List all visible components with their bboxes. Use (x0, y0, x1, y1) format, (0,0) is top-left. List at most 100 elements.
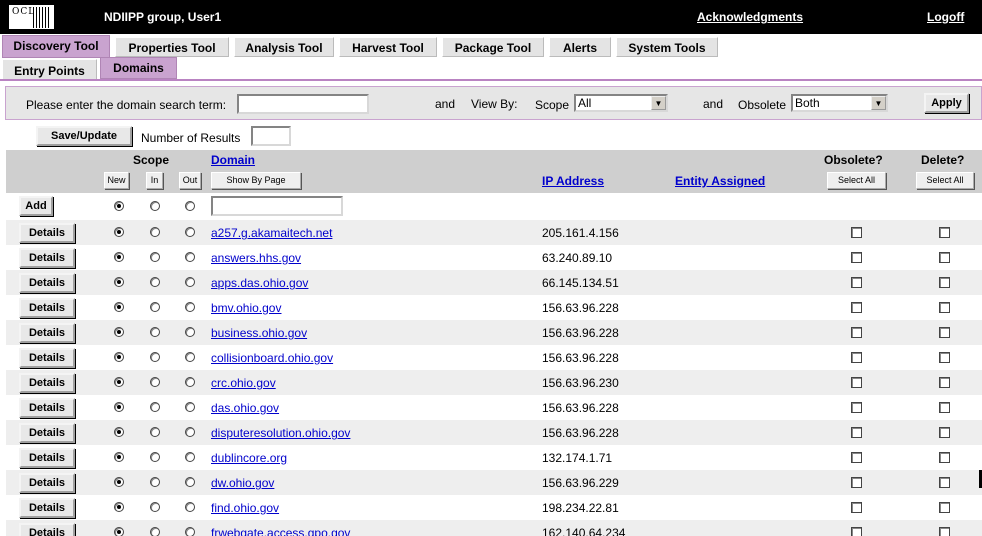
tab-package-tool[interactable]: Package Tool (442, 37, 544, 57)
delete-checkbox[interactable] (939, 527, 950, 536)
scope-new-radio[interactable] (114, 402, 124, 412)
scope-out-radio[interactable] (185, 302, 195, 312)
domain-link[interactable]: dublincore.org (211, 451, 287, 465)
scope-new-button[interactable]: New (104, 172, 129, 189)
delete-checkbox[interactable] (939, 327, 950, 338)
domain-link[interactable]: das.ohio.gov (211, 401, 279, 415)
details-button[interactable]: Details (19, 423, 75, 443)
domain-link[interactable]: crc.ohio.gov (211, 376, 276, 390)
delete-checkbox[interactable] (939, 277, 950, 288)
tab-analysis-tool[interactable]: Analysis Tool (234, 37, 334, 57)
entity-assigned-column-header[interactable]: Entity Assigned (675, 174, 765, 188)
scope-out-radio[interactable] (185, 502, 195, 512)
obsolete-checkbox[interactable] (851, 377, 862, 388)
domain-link[interactable]: answers.hhs.gov (211, 251, 301, 265)
obsolete-checkbox[interactable] (851, 227, 862, 238)
tab-entry-points[interactable]: Entry Points (2, 59, 97, 80)
details-button[interactable]: Details (19, 298, 75, 318)
scope-new-radio[interactable] (114, 252, 124, 262)
details-button[interactable]: Details (19, 523, 75, 536)
scope-new-radio[interactable] (114, 502, 124, 512)
apply-button[interactable]: Apply (924, 93, 969, 113)
domain-link[interactable]: a257.g.akamaitech.net (211, 226, 332, 240)
save-update-button[interactable]: Save/Update (36, 126, 132, 146)
scope-out-radio[interactable] (185, 452, 195, 462)
scope-out-radio[interactable] (185, 327, 195, 337)
acknowledgments-link[interactable]: Acknowledgments (697, 10, 803, 24)
ip-address-column-header[interactable]: IP Address (542, 174, 604, 188)
details-button[interactable]: Details (19, 248, 75, 268)
details-button[interactable]: Details (19, 373, 75, 393)
scope-new-radio[interactable] (114, 527, 124, 536)
domain-link[interactable]: business.ohio.gov (211, 326, 307, 340)
scope-out-button[interactable]: Out (179, 172, 201, 189)
scope-in-radio[interactable] (150, 277, 160, 287)
scope-in-radio[interactable] (150, 452, 160, 462)
domain-column-header[interactable]: Domain (211, 153, 255, 167)
new-domain-input[interactable] (211, 196, 343, 216)
scope-in-radio[interactable] (150, 527, 160, 536)
scope-in-radio[interactable] (150, 327, 160, 337)
obsolete-checkbox[interactable] (851, 527, 862, 536)
tab-harvest-tool[interactable]: Harvest Tool (339, 37, 437, 57)
details-button[interactable]: Details (19, 448, 75, 468)
scope-new-radio[interactable] (114, 302, 124, 312)
scope-out-radio[interactable] (185, 252, 195, 262)
scope-new-radio[interactable] (114, 227, 124, 237)
scope-out-radio[interactable] (185, 477, 195, 487)
show-by-page-button[interactable]: Show By Page (211, 172, 301, 189)
domain-link[interactable]: find.ohio.gov (211, 501, 279, 515)
obsolete-checkbox[interactable] (851, 327, 862, 338)
scope-out-radio[interactable] (185, 201, 195, 211)
logoff-link[interactable]: Logoff (927, 10, 964, 24)
delete-checkbox[interactable] (939, 427, 950, 438)
scope-in-radio[interactable] (150, 302, 160, 312)
domain-link[interactable]: frwebgate.access.gpo.gov (211, 526, 350, 536)
delete-checkbox[interactable] (939, 252, 950, 263)
delete-checkbox[interactable] (939, 377, 950, 388)
tab-properties-tool[interactable]: Properties Tool (115, 37, 229, 57)
delete-checkbox[interactable] (939, 502, 950, 513)
scope-out-radio[interactable] (185, 352, 195, 362)
scope-in-radio[interactable] (150, 201, 160, 211)
add-button[interactable]: Add (19, 196, 53, 216)
domain-link[interactable]: bmv.ohio.gov (211, 301, 281, 315)
scope-out-radio[interactable] (185, 427, 195, 437)
tab-alerts[interactable]: Alerts (549, 37, 611, 57)
obsolete-checkbox[interactable] (851, 252, 862, 263)
scope-out-radio[interactable] (185, 377, 195, 387)
scope-out-radio[interactable] (185, 402, 195, 412)
details-button[interactable]: Details (19, 348, 75, 368)
scope-in-radio[interactable] (150, 477, 160, 487)
obsolete-select-all-button[interactable]: Select All (827, 172, 886, 189)
tab-system-tools[interactable]: System Tools (616, 37, 718, 57)
scope-in-radio[interactable] (150, 402, 160, 412)
scope-out-radio[interactable] (185, 277, 195, 287)
obsolete-checkbox[interactable] (851, 352, 862, 363)
scope-in-radio[interactable] (150, 502, 160, 512)
details-button[interactable]: Details (19, 273, 75, 293)
scope-in-button[interactable]: In (146, 172, 163, 189)
scope-new-radio[interactable] (114, 377, 124, 387)
number-of-results-input[interactable] (251, 126, 291, 146)
scope-new-radio[interactable] (114, 201, 124, 211)
delete-checkbox[interactable] (939, 352, 950, 363)
domain-search-input[interactable] (237, 94, 369, 114)
delete-checkbox[interactable] (939, 227, 950, 238)
obsolete-checkbox[interactable] (851, 402, 862, 413)
obsolete-checkbox[interactable] (851, 477, 862, 488)
scope-new-radio[interactable] (114, 452, 124, 462)
scope-in-radio[interactable] (150, 252, 160, 262)
delete-checkbox[interactable] (939, 402, 950, 413)
details-button[interactable]: Details (19, 323, 75, 343)
domain-link[interactable]: dw.ohio.gov (211, 476, 274, 490)
scope-in-radio[interactable] (150, 352, 160, 362)
delete-checkbox[interactable] (939, 452, 950, 463)
scope-in-radio[interactable] (150, 427, 160, 437)
details-button[interactable]: Details (19, 498, 75, 518)
domain-link[interactable]: apps.das.ohio.gov (211, 276, 308, 290)
scope-new-radio[interactable] (114, 477, 124, 487)
scope-new-radio[interactable] (114, 352, 124, 362)
details-button[interactable]: Details (19, 398, 75, 418)
tab-discovery-tool[interactable]: Discovery Tool (2, 35, 110, 58)
